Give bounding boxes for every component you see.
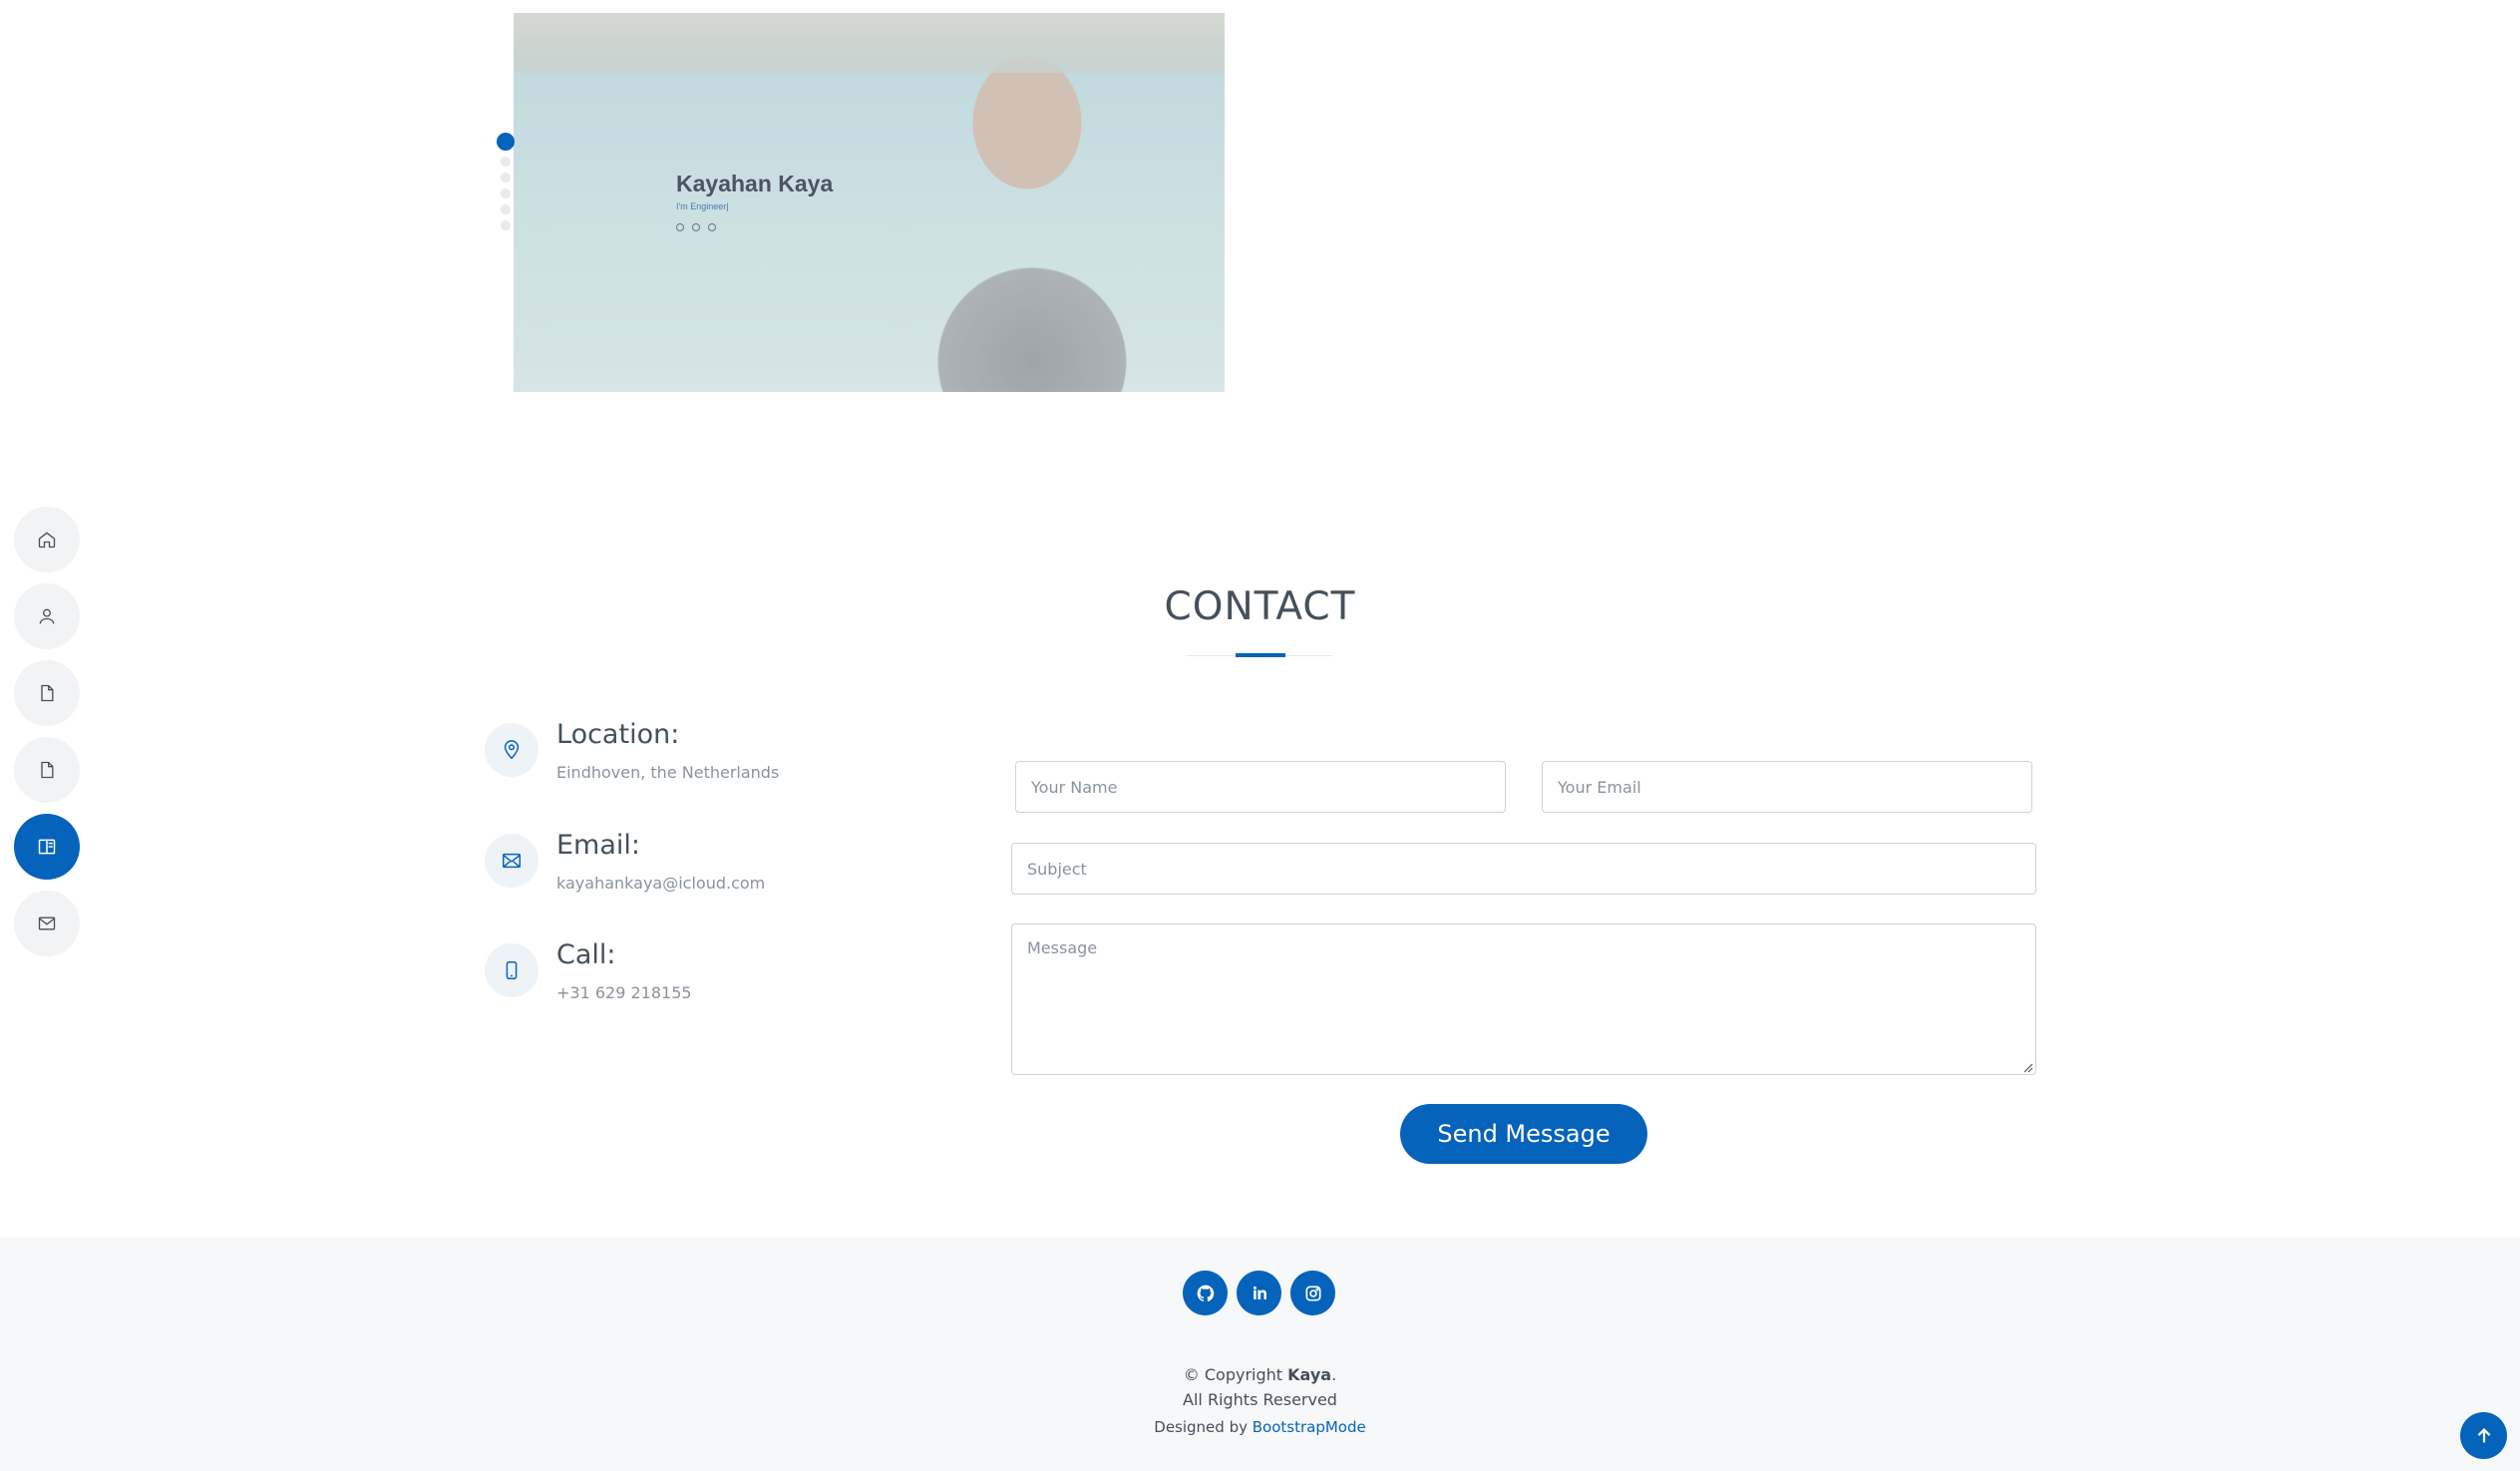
envelope-icon xyxy=(503,853,521,869)
copyright-suffix: . xyxy=(1331,1365,1337,1384)
preview-nav-dot xyxy=(501,188,511,198)
book-icon xyxy=(38,839,56,855)
back-to-top-button[interactable] xyxy=(2460,1412,2507,1459)
email-input[interactable] xyxy=(1542,761,2032,813)
preview-instagram-icon xyxy=(692,223,700,231)
designed-by: Designed by BootstrapMode xyxy=(0,1418,2520,1436)
preview-github-icon xyxy=(676,223,684,231)
preview-subtitle: I'm Engineer| xyxy=(676,201,729,211)
instagram-link[interactable] xyxy=(1290,1271,1335,1315)
map-pin-icon xyxy=(504,740,520,760)
name-input[interactable] xyxy=(1015,761,1506,813)
linkedin-icon xyxy=(1253,1286,1266,1299)
copyright-name: Kaya xyxy=(1287,1365,1332,1384)
preview-nav-dot xyxy=(501,173,511,183)
envelope-icon xyxy=(38,917,56,930)
section-title: CONTACT xyxy=(0,584,2520,629)
email-icon-circle xyxy=(485,834,539,888)
rights-reserved: All Rights Reserved xyxy=(1183,1390,1337,1409)
location-label: Location: xyxy=(556,719,680,750)
hero-preview-image: Kayahan Kaya I'm Engineer| xyxy=(496,13,1225,392)
call-value: +31 629 218155 xyxy=(556,983,692,1002)
github-icon xyxy=(1197,1285,1214,1301)
preview-nav-dot xyxy=(497,133,515,151)
nav-resume[interactable] xyxy=(14,660,80,726)
instagram-icon xyxy=(1305,1286,1320,1300)
preview-nav-dot xyxy=(501,157,511,167)
copyright: © Copyright Kaya. xyxy=(0,1365,2520,1384)
message-textarea[interactable] xyxy=(1011,923,2036,1075)
nav-home[interactable] xyxy=(14,507,80,572)
preview-mini-nav xyxy=(496,133,516,230)
title-accent-bar xyxy=(1236,653,1285,657)
email-value: kayahankaya@icloud.com xyxy=(556,874,766,893)
contact-heading: CONTACT xyxy=(1164,584,1356,629)
footer-social-links xyxy=(1183,1271,1335,1315)
side-nav xyxy=(14,507,80,956)
designed-by-prefix: Designed by xyxy=(1154,1418,1253,1436)
subject-input[interactable] xyxy=(1011,843,2036,895)
nav-portfolio[interactable] xyxy=(14,737,80,803)
arrow-up-icon xyxy=(2477,1427,2490,1442)
preview-name: Kayahan Kaya xyxy=(676,171,834,196)
location-icon-circle xyxy=(485,723,539,777)
preview-social xyxy=(676,223,716,231)
send-message-button[interactable]: Send Message xyxy=(1400,1104,1647,1164)
footer: © Copyright Kaya. All Rights Reserved De… xyxy=(0,1237,2520,1471)
location-value: Eindhoven, the Netherlands xyxy=(556,763,780,782)
call-label: Call: xyxy=(556,939,616,970)
email-label: Email: xyxy=(556,830,641,861)
phone-icon xyxy=(506,961,518,979)
preview-nav-dot xyxy=(501,204,511,214)
nav-services[interactable] xyxy=(14,814,80,880)
home-icon xyxy=(38,532,56,549)
preview-nav-dot xyxy=(501,220,511,230)
bootstrapmode-link[interactable]: BootstrapMode xyxy=(1253,1418,1366,1436)
nav-contact[interactable] xyxy=(14,891,80,956)
call-icon-circle xyxy=(485,943,539,997)
preview-linkedin-icon xyxy=(708,223,716,231)
copyright-prefix: © Copyright xyxy=(1183,1365,1288,1384)
github-link[interactable] xyxy=(1183,1271,1228,1315)
linkedin-link[interactable] xyxy=(1237,1271,1281,1315)
file-icon xyxy=(41,684,54,702)
file-icon xyxy=(41,761,54,779)
resize-handle-icon[interactable] xyxy=(2021,1061,2033,1073)
hero-photo-background xyxy=(514,13,1225,73)
